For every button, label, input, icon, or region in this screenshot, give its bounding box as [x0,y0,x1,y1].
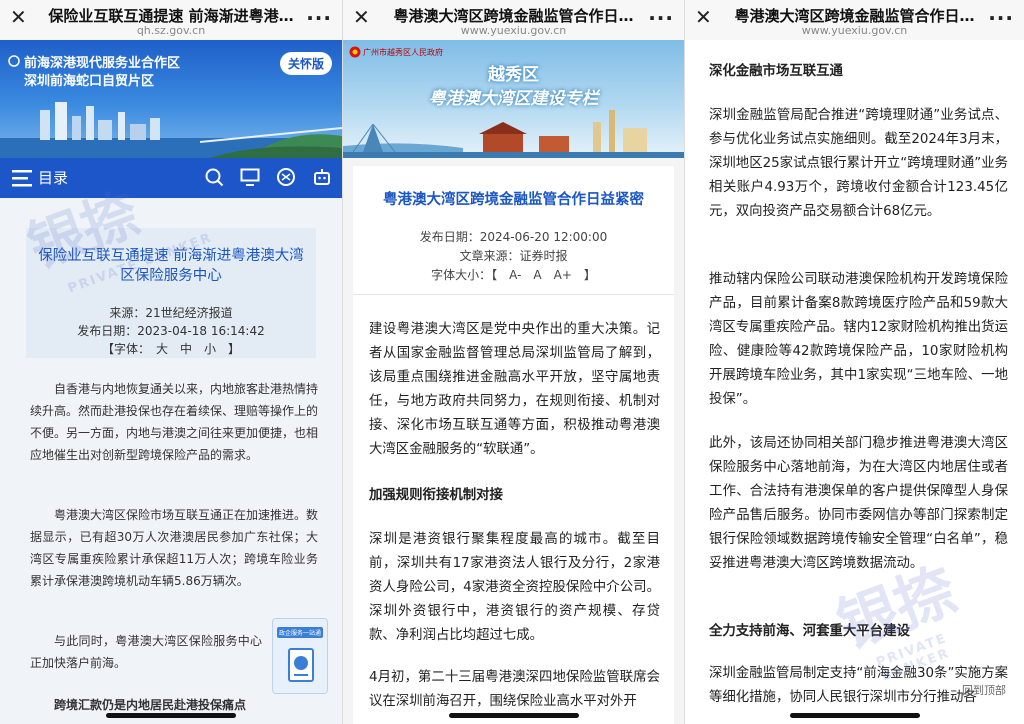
page-url: www.yuexiu.gov.cn [801,24,908,37]
page-title: 粤港澳大湾区跨境金融监管合作日… [393,7,634,25]
care-mode-button[interactable]: 关怀版 [279,52,332,75]
paragraph: 深圳金融监管局配合推进“跨境理财通”业务试点、参与优化业务试点实施细则。截至20… [709,108,1008,219]
home-indicator [106,713,236,718]
service-float-button[interactable]: 政企服务一站通 [272,618,328,694]
paragraph: 4月初，第二十三届粤港澳深四地保险监管联席会议在深圳前海召开，围绕保险业高水平对… [369,670,660,709]
site-navbar: 目录 [0,158,342,198]
browser-topbar: ✕ 粤港澳大湾区跨境金融监管合作日… www.yuexiu.gov.cn ··· [343,0,684,40]
close-icon[interactable]: ✕ [695,7,712,27]
article-header-card: 保险业互联互通提速 前海渐进粤港澳大湾区保险服务中心 来源：21世纪经济报道 发… [26,228,316,358]
article-card: 粤港澳大湾区跨境金融监管合作日益紧密 发布日期：2024-06-20 12:00… [353,166,674,724]
close-icon[interactable]: ✕ [10,7,27,27]
hero-banner: 广州市越秀区人民政府 越秀区 粤港澳大湾区建设专栏 [343,40,684,158]
paragraph: 建设粤港澳大湾区是党中央作出的重大决策。记者从国家金融监督管理总局深圳监管局了解… [369,322,660,457]
robot-icon[interactable] [312,167,332,187]
float-card-label: 政企服务一站通 [277,627,323,638]
hamburger-icon [12,169,32,186]
article-date: 发布日期：2024-06-20 12:00:00 [419,230,608,244]
paragraph: 此外，该局还协同相关部门稳步推进粤港澳大湾区保险服务中心落地前海，为在大湾区内地… [709,436,1008,571]
paragraph: 与此同时，粤港澳大湾区保险服务中心正加快落户前海。 [30,634,262,670]
hero-name-line1: 前海深港现代服务业合作区 [24,56,181,71]
browser-topbar: ✕ 保险业互联互通提速 前海渐进粤港… qh.sz.gov.cn ··· [0,0,342,40]
more-icon[interactable]: ··· [988,6,1014,30]
search-icon[interactable] [204,167,224,187]
font-size-selector[interactable]: 字体大小：【 A- A A+ 】 [353,266,674,283]
section-heading: 深化金融市场互联互通 [709,64,843,79]
page-title: 粤港澳大湾区跨境金融监管合作日… [734,7,975,25]
home-indicator [448,713,579,718]
home-indicator [789,713,920,718]
article-date: 发布日期：2023-04-18 16:14:42 [77,324,265,338]
paragraph: 深圳是港资银行聚集程度最高的城市。截至目前，深圳共有17家港资法人银行及分行，2… [369,532,660,643]
section-heading: 加强规则衔接机制对接 [369,488,503,503]
paragraph: 推动辖内保险公司联动港澳保险机构开发跨境保险产品，目前累计备案8款跨境医疗险产品… [709,272,1008,407]
page-url: qh.sz.gov.cn [136,24,206,37]
browser-topbar: ✕ 粤港澳大湾区跨境金融监管合作日… www.yuexiu.gov.cn ··· [685,0,1024,40]
paragraph: 自香港与内地恢复通关以来，内地旅客赴港热情持续升高。然而赴港投保也存在着续保、理… [30,382,319,462]
back-to-top-link[interactable]: 回到顶部 [962,682,1006,698]
paragraph: 粤港澳大湾区保险市场互联互通正在加速推进。数据显示，已有超30万人次港澳居民参加… [30,508,319,588]
section-heading: 全力支持前海、河套重大平台建设 [709,624,910,639]
screen-qianhai: ✕ 保险业互联互通提速 前海渐进粤港… qh.sz.gov.cn ··· 前海深… [0,0,342,724]
menu-button[interactable]: 目录 [12,167,68,188]
gov-label: 广州市越秀区人民政府 [349,46,443,58]
close-icon[interactable]: ✕ [353,7,370,27]
divider [353,294,674,295]
page-url: www.yuexiu.gov.cn [460,24,567,37]
gov-label-text: 广州市越秀区人民政府 [363,47,443,57]
article-source: 文章来源：证券时报 [459,249,568,263]
font-size-selector[interactable]: 【字体： 大 中 小 】 [26,340,316,357]
skyline-image [0,102,342,158]
document-icon [288,648,314,682]
page-title: 保险业互联互通提速 前海渐进粤港… [48,7,294,25]
menu-label: 目录 [38,169,69,187]
article-source: 来源：21世纪经济报道 [109,306,233,320]
logo-icon [8,55,20,67]
accessibility-icon[interactable] [276,167,296,187]
monitor-icon[interactable] [240,167,260,187]
article-title: 保险业互联互通提速 前海渐进粤港澳大湾区保险服务中心 [38,248,304,284]
more-icon[interactable]: ··· [306,6,332,30]
hero-title-1: 越秀区 [488,65,539,85]
article-title: 粤港澳大湾区跨境金融监管合作日益紧密 [383,192,644,208]
emblem-icon [349,46,361,58]
landmarks-image [343,110,684,158]
screen-yuexiu-1: ✕ 粤港澳大湾区跨境金融监管合作日… www.yuexiu.gov.cn ···… [342,0,684,724]
more-icon[interactable]: ··· [648,6,674,30]
hero-banner: 前海深港现代服务业合作区 深圳前海蛇口自贸片区 关怀版 [0,40,342,158]
hero-name-line2: 深圳前海蛇口自贸片区 [24,74,155,89]
screen-yuexiu-2: ✕ 粤港澳大湾区跨境金融监管合作日… www.yuexiu.gov.cn ···… [684,0,1024,724]
article-area: 粤港澳大湾区跨境金融监管合作日益紧密 发布日期：2024-06-20 12:00… [343,158,684,724]
